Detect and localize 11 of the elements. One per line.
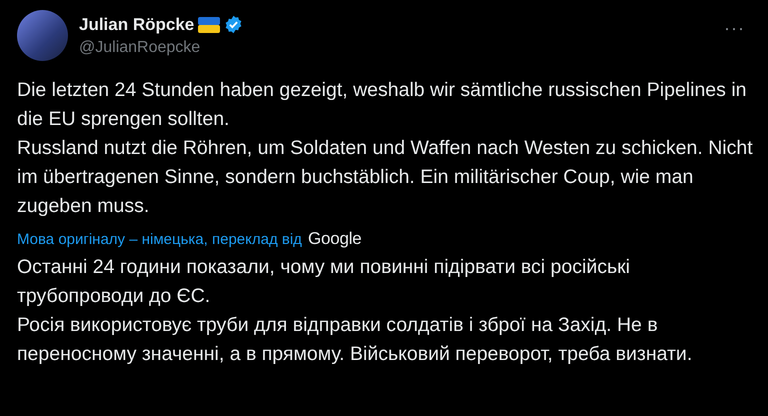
more-options-button[interactable]: ···: [718, 18, 751, 39]
author-name[interactable]: Julian Röpcke: [79, 14, 194, 34]
post-text: Russland nutzt die Röhren, um Soldaten und Waffen nach Westen zu schicken. Nicht im übertragenen Sinne, sondern buchstäblich. Ein militärischer Coup, wie man zugeben muss.: [17, 136, 754, 219]
translated-text: Росія використовує труби для відправки солдатів і зброї на Захід. Не в переносному значенні, а в прямому. Військовий переворот, треба визнати.: [17, 313, 694, 367]
ukraine-flag-icon: [198, 16, 220, 32]
translation-notice: Мова оригіналу – німецька, переклад від: [17, 230, 302, 248]
author-handle[interactable]: @JulianRoepcke: [79, 38, 708, 56]
translated-text: Останні 24 години показали, чому ми повинні підірвати всі російські трубопроводи до ЄС.: [17, 255, 631, 309]
post-text: Die letzten 24 Stunden haben gezeigt, weshalb wir sämtliche russischen Pipelines in die EU sprengen sollten.: [17, 78, 748, 132]
google-logo: Google: [308, 229, 362, 249]
avatar-photo[interactable]: [17, 10, 68, 61]
